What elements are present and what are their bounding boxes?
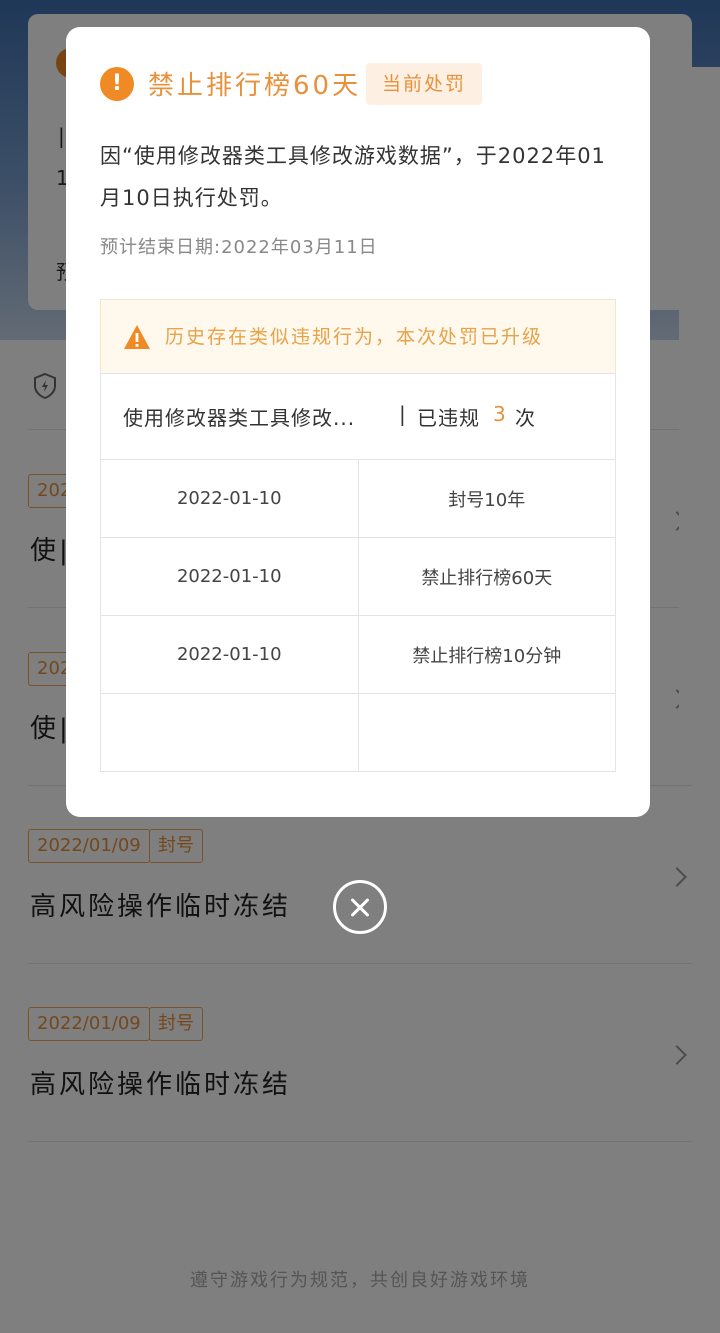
table-row: 2022-01-10 封号10年	[100, 459, 617, 538]
penalty-description: 因“使用修改器类工具修改游戏数据”，于2022年01月10日执行处罚。	[100, 144, 606, 210]
warning-triangle-icon	[124, 325, 150, 349]
current-penalty-badge: 当前处罚	[366, 63, 483, 105]
violation-count: 3	[493, 402, 507, 426]
separator: |	[399, 402, 407, 426]
history-date	[100, 693, 359, 772]
violation-prefix: 已违规	[417, 406, 480, 430]
history-penalty: 禁止排行榜10分钟	[357, 615, 617, 694]
violation-count-row: 使用修改器类工具修改... | 已违规 3 次	[100, 373, 616, 459]
table-row: 2022-01-10 禁止排行榜60天	[100, 537, 617, 616]
estimated-end-date: 预计结束日期:2022年03月11日	[100, 237, 378, 258]
upgrade-notice: 历史存在类似违规行为，本次处罚已升级	[100, 299, 616, 373]
notice-text: 历史存在类似违规行为，本次处罚已升级	[165, 326, 544, 348]
history-penalty: 禁止排行榜60天	[357, 537, 617, 616]
history-date: 2022-01-10	[100, 459, 359, 538]
close-icon[interactable]	[333, 880, 387, 934]
history-penalty	[357, 693, 617, 772]
table-row: 2022-01-10 禁止排行榜10分钟	[100, 615, 617, 694]
violation-suffix: 次	[515, 406, 536, 430]
history-date: 2022-01-10	[100, 537, 359, 616]
exclamation-icon: !	[100, 67, 134, 101]
history-date: 2022-01-10	[100, 615, 359, 694]
penalty-detail-dialog: ! 禁止排行榜60天 当前处罚 因“使用修改器类工具修改游戏数据”，于2022年…	[66, 27, 650, 817]
penalty-history-table: 2022-01-10 封号10年 2022-01-10 禁止排行榜60天 202…	[100, 459, 617, 772]
violation-item: 使用修改器类工具修改...	[123, 406, 356, 430]
history-penalty: 封号10年	[357, 459, 617, 538]
table-row	[100, 693, 617, 772]
dialog-title: 禁止排行榜60天	[148, 71, 362, 101]
